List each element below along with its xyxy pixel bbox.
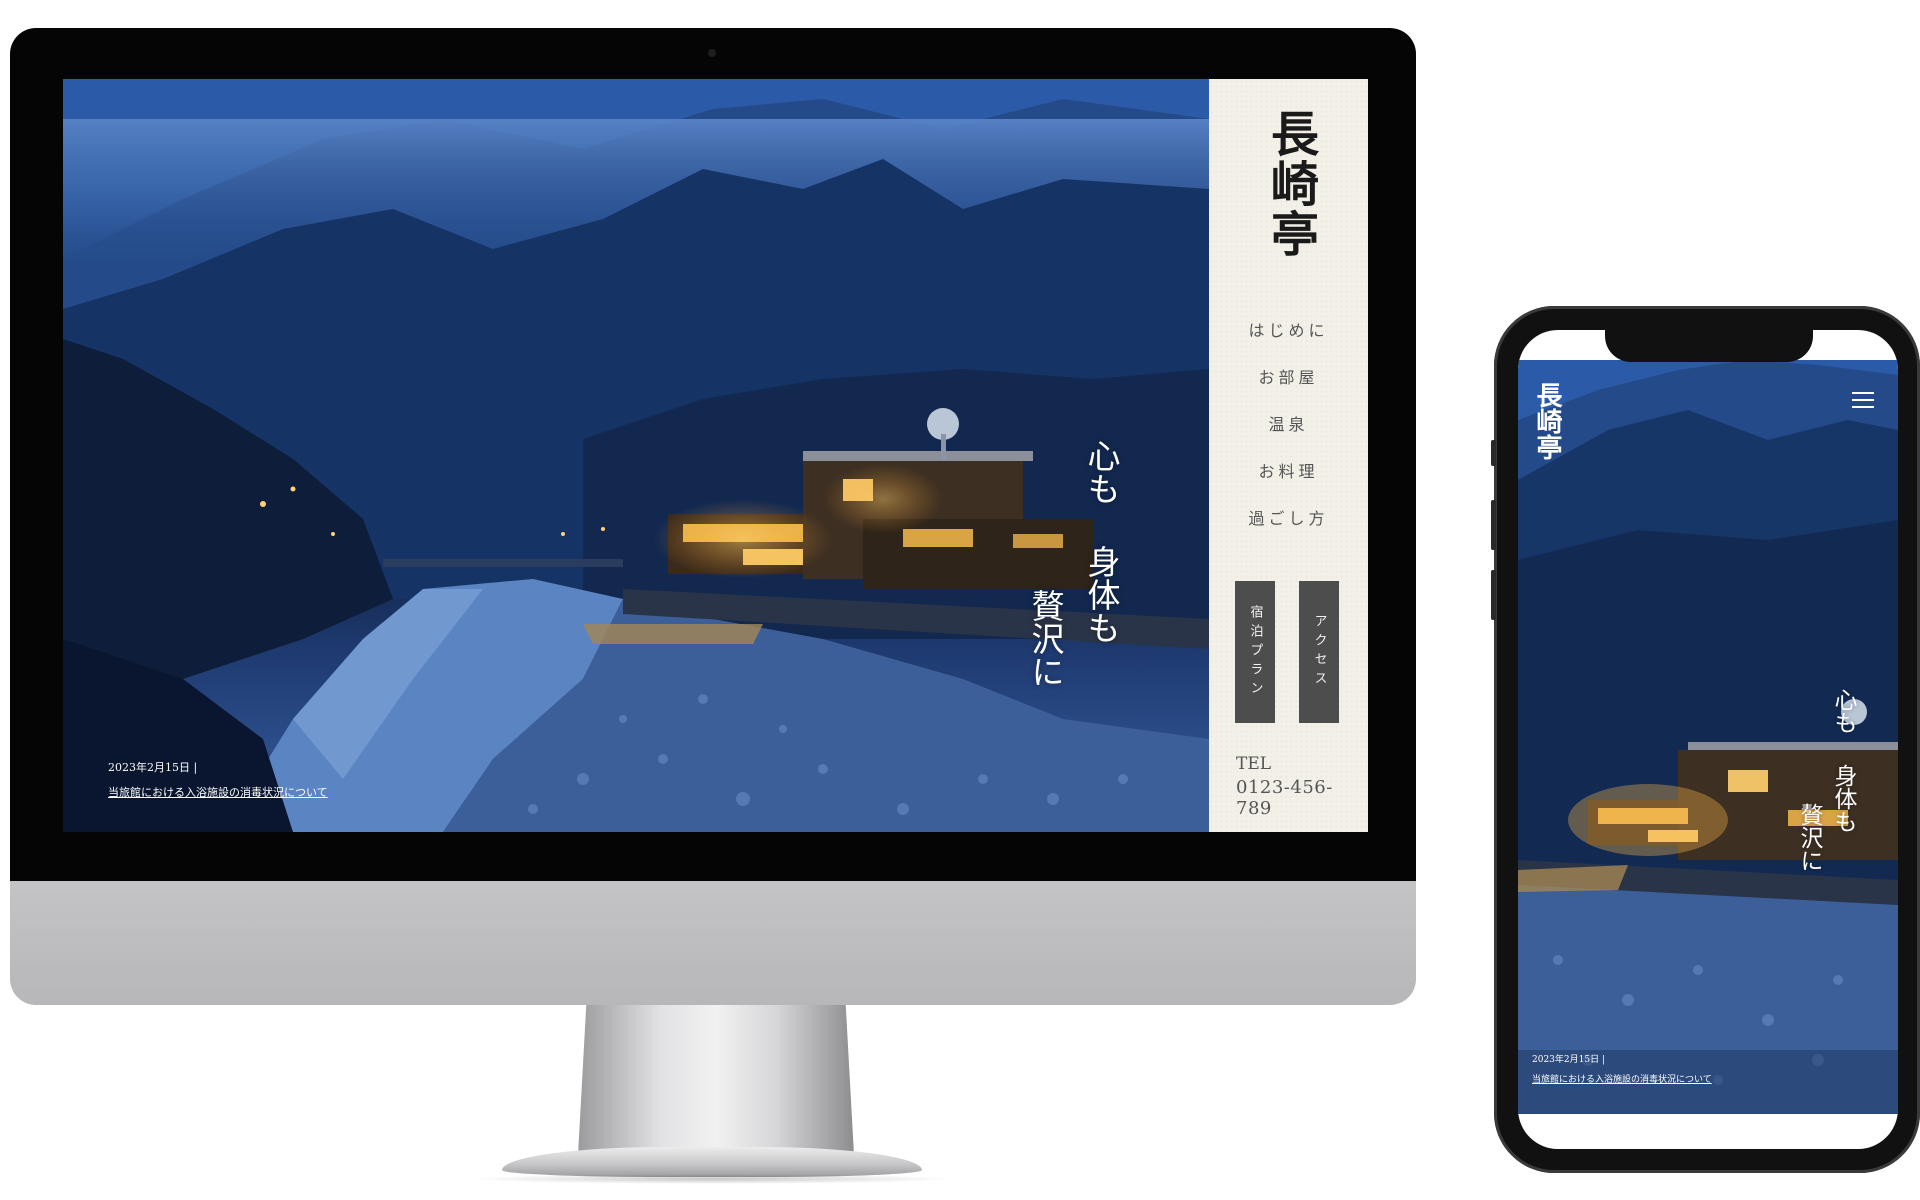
mobile-catchcopy-line-3: 贅沢に [1796, 803, 1822, 872]
nav-item-stay[interactable]: 過ごし方 [1209, 495, 1368, 542]
nav-item-intro[interactable]: はじめに [1209, 307, 1368, 354]
mobile-website: 長崎亭 心も 身体も 贅沢に 2023年2月15日 | 当旅館における入浴施設の… [1518, 330, 1898, 1149]
news-link[interactable]: 当旅館における入浴施設の消毒状況について [108, 784, 328, 800]
catchcopy-line-1: 心も [1082, 439, 1121, 505]
mountain-river-scene [63, 99, 1209, 832]
phone-notch [1605, 330, 1813, 362]
nav-item-rooms[interactable]: お部屋 [1209, 354, 1368, 401]
news-date: 2023年2月15日 | [108, 761, 198, 774]
monitor-chin [10, 881, 1416, 1005]
monitor-stand-base [502, 1147, 922, 1177]
nav-item-onsen[interactable]: 温泉 [1209, 401, 1368, 448]
news-block: 2023年2月15日 | 当旅館における入浴施設の消毒状況について [108, 759, 328, 800]
mobile-catchcopy-line-1: 心も [1830, 688, 1856, 734]
catchcopy-line-3: 贅沢に [1026, 589, 1065, 688]
catchcopy-line-2: 身体も [1082, 545, 1121, 644]
plan-button[interactable]: 宿泊プラン [1235, 581, 1275, 723]
hero-image: 心も 身体も 贅沢に 2023年2月15日 | 当旅館における入浴施設の消毒状況… [63, 79, 1209, 832]
mobile-mountain-river-scene [1518, 360, 1898, 1114]
mobile-news-date: 2023年2月15日 | [1532, 1055, 1605, 1065]
phone-mute-switch [1491, 440, 1496, 466]
nav-item-cuisine[interactable]: お料理 [1209, 448, 1368, 495]
site-logo[interactable]: 長崎亭 [1262, 109, 1318, 259]
hamburger-menu-icon[interactable] [1852, 392, 1876, 412]
access-button[interactable]: アクセス [1299, 581, 1339, 723]
device-mockup-stage: 心も 身体も 贅沢に 2023年2月15日 | 当旅館における入浴施設の消毒状況… [0, 0, 1920, 1200]
mobile-catchcopy-line-2: 身体も [1830, 764, 1856, 833]
camera-icon [708, 49, 716, 57]
monitor-shadow [470, 1174, 954, 1184]
mobile-news-block: 2023年2月15日 | 当旅館における入浴施設の消毒状況について [1532, 1052, 1712, 1085]
desktop-website: 心も 身体も 贅沢に 2023年2月15日 | 当旅館における入浴施設の消毒状況… [63, 79, 1368, 832]
catchcopy: 心も 身体も 贅沢に [63, 79, 1121, 832]
tel-number[interactable]: 0123-456-789 [1236, 777, 1368, 819]
mobile-site-logo[interactable]: 長崎亭 [1532, 382, 1562, 460]
tel-label: TEL [1236, 754, 1272, 774]
main-nav: はじめに お部屋 温泉 お料理 過ごし方 [1209, 307, 1368, 542]
sidebar: 長崎亭 はじめに お部屋 温泉 お料理 過ごし方 宿泊プラン アクセス TEL … [1209, 79, 1368, 832]
phone-volume-down [1491, 570, 1496, 620]
mobile-news-link[interactable]: 当旅館における入浴施設の消毒状況について [1532, 1072, 1712, 1085]
phone-volume-up [1491, 500, 1496, 550]
monitor-stand [578, 1005, 854, 1155]
mobile-hero-image: 長崎亭 心も 身体も 贅沢に 2023年2月15日 | 当旅館における入浴施設の… [1518, 360, 1898, 1114]
